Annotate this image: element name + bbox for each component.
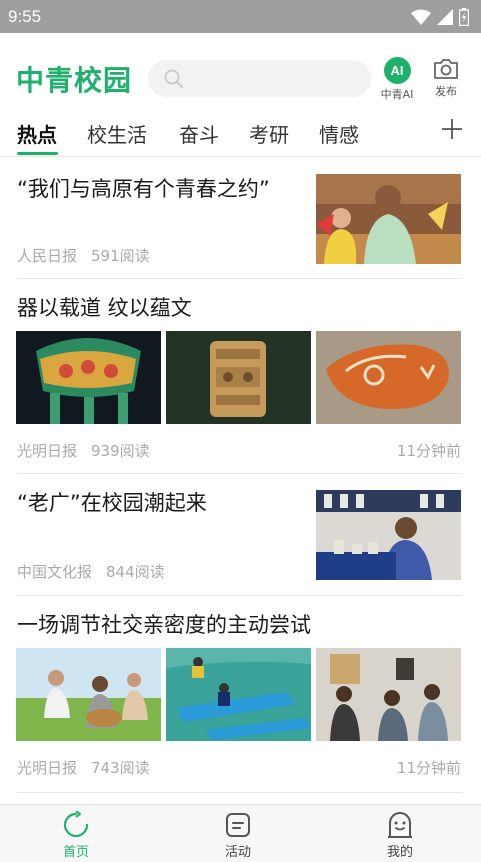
publish-button[interactable]: 发布 [426,57,466,99]
article-time: 11分钟前 [396,442,461,460]
app-header: 中青校园 AI 中青AI 发布 [0,33,481,111]
battery-icon [459,7,469,26]
nav-profile[interactable]: 我的 [370,811,430,860]
article-thumbnail [316,174,461,264]
nav-profile-label: 我的 [386,845,413,860]
article-time: 11分钟前 [396,759,461,777]
article-reads: 743阅读 [91,759,150,777]
wifi-icon [411,9,431,25]
article-thumbnail [316,490,461,580]
status-bar: 9:55 [0,0,481,33]
signal-icon [437,8,453,25]
nav-activity-label: 活动 [224,845,251,860]
refresh-icon [63,811,89,838]
article-reads: 591阅读 [91,247,150,265]
ai-label: 中青AI [380,88,414,101]
add-channel-icon[interactable] [440,117,464,141]
divider [17,278,462,279]
app-logo: 中青校园 [16,64,133,97]
article-meta: 中国文化报 844阅读 [17,561,165,582]
article-image-2 [166,648,311,741]
article-source: 光明日报 [17,759,78,777]
article-source: 光明日报 [17,442,78,460]
search-input[interactable] [148,60,371,97]
divider [17,792,462,793]
tab-emotion[interactable]: 情感 [319,119,359,148]
tab-campus-life[interactable]: 校生活 [87,119,147,148]
activity-icon [226,813,250,837]
article-meta: 光明日报 743阅读 [17,757,150,778]
nav-home[interactable]: 首页 [46,811,106,860]
article-title: “老广”在校园潮起来 [17,491,207,515]
article-image-1 [16,331,161,424]
category-tabs: 热点 校生活 奋斗 考研 情感 [0,111,481,157]
article-image-1 [16,648,161,741]
divider [17,473,462,474]
publish-label: 发布 [435,85,457,98]
tab-striving[interactable]: 奋斗 [179,119,219,148]
camera-icon [434,59,458,79]
article-meta: 人民日报 591阅读 [17,245,150,266]
divider [17,595,462,596]
tab-postgrad[interactable]: 考研 [249,119,289,148]
article-title: “我们与高原有个青春之约” [17,177,270,201]
article-source: 中国文化报 [17,563,93,581]
active-tab-indicator [17,152,58,155]
article-image-3 [316,648,461,741]
article-meta: 光明日报 939阅读 [17,440,150,461]
article-title: 器以载道 纹以蕴文 [17,296,192,320]
article-image-2 [166,331,311,424]
article-source: 人民日报 [17,247,78,265]
bottom-navigation: 首页 活动 我的 [0,804,481,862]
nav-home-label: 首页 [62,845,89,860]
search-icon [164,69,183,88]
profile-icon [388,812,412,838]
ai-button[interactable]: AI 中青AI [376,57,418,102]
tab-hot[interactable]: 热点 [17,119,57,148]
status-icons [411,7,469,26]
nav-activity[interactable]: 活动 [208,811,268,860]
status-time: 9:55 [8,6,42,26]
article-reads: 939阅读 [91,442,150,460]
ai-icon: AI [383,57,411,84]
article-image-3 [316,331,461,424]
article-title: 一场调节社交亲密度的主动尝试 [17,613,311,637]
article-reads: 844阅读 [106,563,165,581]
